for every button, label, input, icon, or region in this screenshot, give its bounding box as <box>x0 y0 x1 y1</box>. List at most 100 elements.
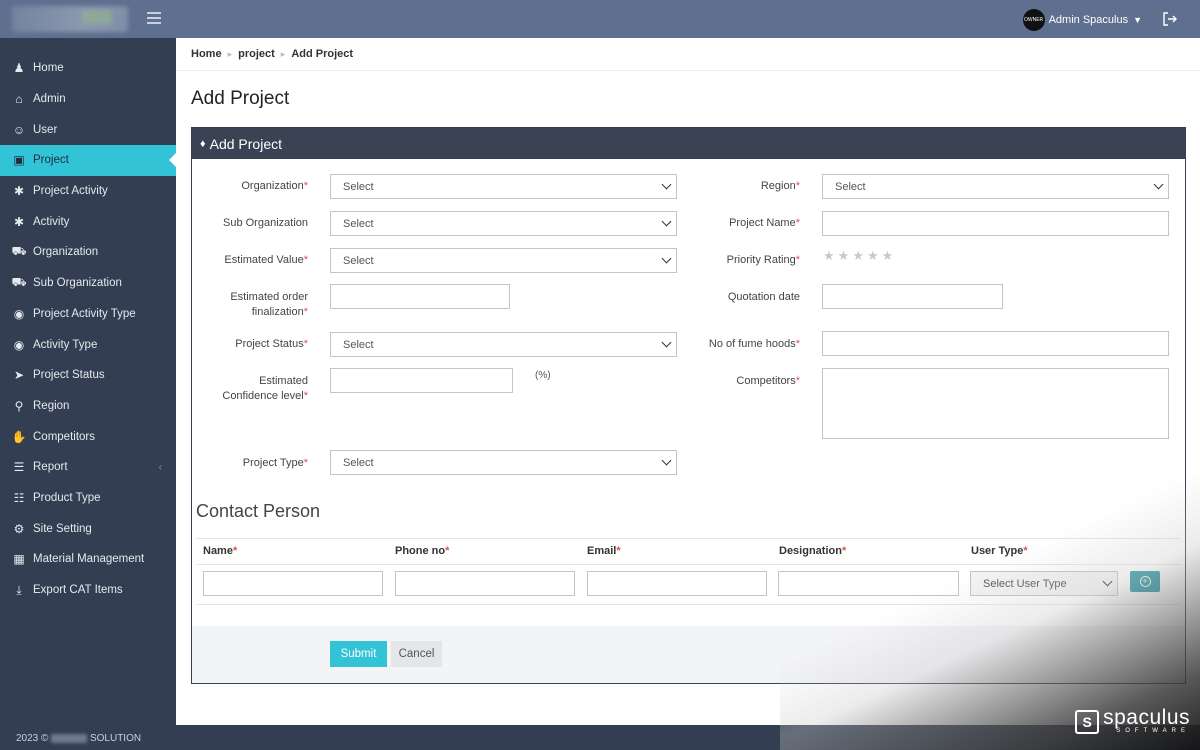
estimated-order-finalization-input[interactable] <box>330 284 510 309</box>
sidebar-item-material-management[interactable]: ▦ Material Management <box>0 544 176 575</box>
region-select[interactable]: Select <box>822 174 1169 199</box>
user-menu[interactable]: OWNER Admin Spaculus ▼ <box>1022 9 1142 31</box>
contact-row: Select User Type + <box>196 565 1181 605</box>
star-icon[interactable]: ★ <box>852 249 864 262</box>
fume-hoods-input[interactable] <box>822 331 1169 356</box>
star-icon[interactable]: ★ <box>867 249 879 262</box>
project-type-select[interactable]: Select <box>330 450 677 475</box>
sidebar-item-export-cat-items[interactable]: ⤓ Export CAT Items <box>0 575 176 606</box>
bank-icon: ⛟ <box>11 275 27 290</box>
competitors-label: Competitors* <box>736 375 800 387</box>
menu-toggle-icon[interactable] <box>147 12 161 24</box>
sidebar-item-project-activity[interactable]: ✱ Project Activity <box>0 176 176 207</box>
user-name: Admin Spaculus <box>1048 14 1129 26</box>
sidebar-item-home[interactable]: ♟ Home <box>0 53 176 84</box>
add-contact-button[interactable]: + <box>1130 571 1160 592</box>
sidebar-item-label: Material Management <box>33 553 145 566</box>
submit-button[interactable]: Submit <box>330 641 387 667</box>
app-logo[interactable] <box>12 6 128 32</box>
breadcrumb-home[interactable]: Home <box>191 48 222 60</box>
sidebar-item-user[interactable]: ☺ User <box>0 114 176 145</box>
sidebar-item-report[interactable]: ☰ Report ‹ <box>0 452 176 483</box>
sub-organization-select[interactable]: Select <box>330 211 677 236</box>
target-icon: ◉ <box>13 337 25 352</box>
confidence-level-input[interactable] <box>330 368 513 393</box>
sidebar-item-label: Project Activity <box>33 185 108 198</box>
organization-select[interactable]: Select <box>330 174 677 199</box>
project-name-input[interactable] <box>822 211 1169 236</box>
user-icon: ☺ <box>12 122 26 137</box>
cubes-icon: ▦ <box>13 552 25 567</box>
project-status-select[interactable]: Select <box>330 332 677 357</box>
estimated-order-finalization-label: Estimated order finalization* <box>230 291 308 318</box>
sidebar-item-label: Home <box>33 62 64 75</box>
plus-circle-icon: + <box>1139 576 1151 587</box>
sub-organization-label: Sub Organization <box>223 217 308 229</box>
map-pin-icon: ⚲ <box>14 398 24 413</box>
project-type-label: Project Type* <box>242 457 308 469</box>
sidebar-item-label: Sub Organization <box>33 277 122 290</box>
logout-icon[interactable] <box>1162 11 1178 27</box>
sidebar-item-project-status[interactable]: ➤ Project Status <box>0 360 176 391</box>
confidence-level-label: Estimated Confidence level* <box>222 375 308 402</box>
sidebar-item-project-activity-type[interactable]: ◉ Project Activity Type <box>0 299 176 330</box>
plane-icon: ➤ <box>13 368 25 383</box>
user-type-select[interactable]: Select User Type <box>970 571 1118 596</box>
breadcrumb-project[interactable]: project <box>238 48 275 60</box>
sidebar-item-sub-organization[interactable]: ⛟ Sub Organization <box>0 268 176 299</box>
asterisk-icon: ✱ <box>13 214 25 229</box>
contact-designation-input[interactable] <box>778 571 959 596</box>
star-icon[interactable]: ★ <box>882 249 894 262</box>
sidebar-item-label: Product Type <box>33 491 101 504</box>
list-alt-icon: ☷ <box>13 490 25 505</box>
priority-rating-stars[interactable]: ★ ★ ★ ★ ★ <box>823 249 893 262</box>
panel-title: Add Project <box>209 135 282 152</box>
contact-person-title: Contact Person <box>196 501 321 521</box>
footer-suffix: SOLUTION <box>89 733 142 744</box>
sidebar-item-label: Project Activity Type <box>33 307 136 320</box>
quotation-date-input[interactable] <box>822 284 1003 309</box>
breadcrumb-separator: ▸ <box>280 48 286 59</box>
contact-phone-input[interactable] <box>395 571 575 596</box>
star-icon[interactable]: ★ <box>838 249 850 262</box>
target-icon: ◉ <box>13 306 25 321</box>
chevron-left-icon: ‹ <box>158 461 162 473</box>
cancel-button[interactable]: Cancel <box>391 641 442 667</box>
contact-email-input[interactable] <box>587 571 767 596</box>
download-icon: ⤓ <box>16 582 22 597</box>
column-designation: Designation* <box>779 545 847 557</box>
laptop-icon: ▣ <box>13 153 25 168</box>
contact-name-input[interactable] <box>203 571 383 596</box>
sidebar-item-label: Report <box>33 461 68 474</box>
sidebar-item-region[interactable]: ⚲ Region <box>0 391 176 422</box>
breadcrumb-current: Add Project <box>291 48 354 60</box>
column-user-type: User Type* <box>971 545 1028 557</box>
diamond-icon: ♦ <box>200 137 206 150</box>
column-name: Name* <box>203 545 238 557</box>
gear-icon: ⚙ <box>13 521 25 536</box>
fume-hoods-label: No of fume hoods* <box>708 338 800 350</box>
watermark-sub: SOFTWARE <box>1116 728 1190 734</box>
sidebar-item-activity[interactable]: ✱ Activity <box>0 206 176 237</box>
sidebar-item-project[interactable]: ▣ Project <box>0 145 176 176</box>
sidebar-item-site-setting[interactable]: ⚙ Site Setting <box>0 513 176 544</box>
sidebar-item-label: Project Status <box>33 369 105 382</box>
spaculus-logo-icon: S <box>1075 709 1100 734</box>
estimated-value-select[interactable]: Select <box>330 248 677 273</box>
project-name-label: Project Name* <box>729 217 800 229</box>
region-label: Region* <box>760 180 800 192</box>
competitors-textarea[interactable] <box>822 368 1169 439</box>
sidebar-item-competitors[interactable]: ✋ Competitors <box>0 421 176 452</box>
sidebar-item-admin[interactable]: ⌂ Admin <box>0 84 176 115</box>
sidebar-item-label: Project <box>33 154 69 167</box>
sidebar-item-label: Competitors <box>33 430 95 443</box>
star-icon[interactable]: ★ <box>823 249 835 262</box>
sidebar-item-label: Activity Type <box>33 338 98 351</box>
users-icon: ♟ <box>13 61 25 76</box>
sidebar-item-product-type[interactable]: ☷ Product Type <box>0 483 176 514</box>
sidebar-item-organization[interactable]: ⛟ Organization <box>0 237 176 268</box>
breadcrumb-separator: ▸ <box>227 48 233 59</box>
form-actions: Submit Cancel <box>192 626 1185 683</box>
sidebar-item-label: Region <box>33 399 70 412</box>
sidebar-item-activity-type[interactable]: ◉ Activity Type <box>0 329 176 360</box>
